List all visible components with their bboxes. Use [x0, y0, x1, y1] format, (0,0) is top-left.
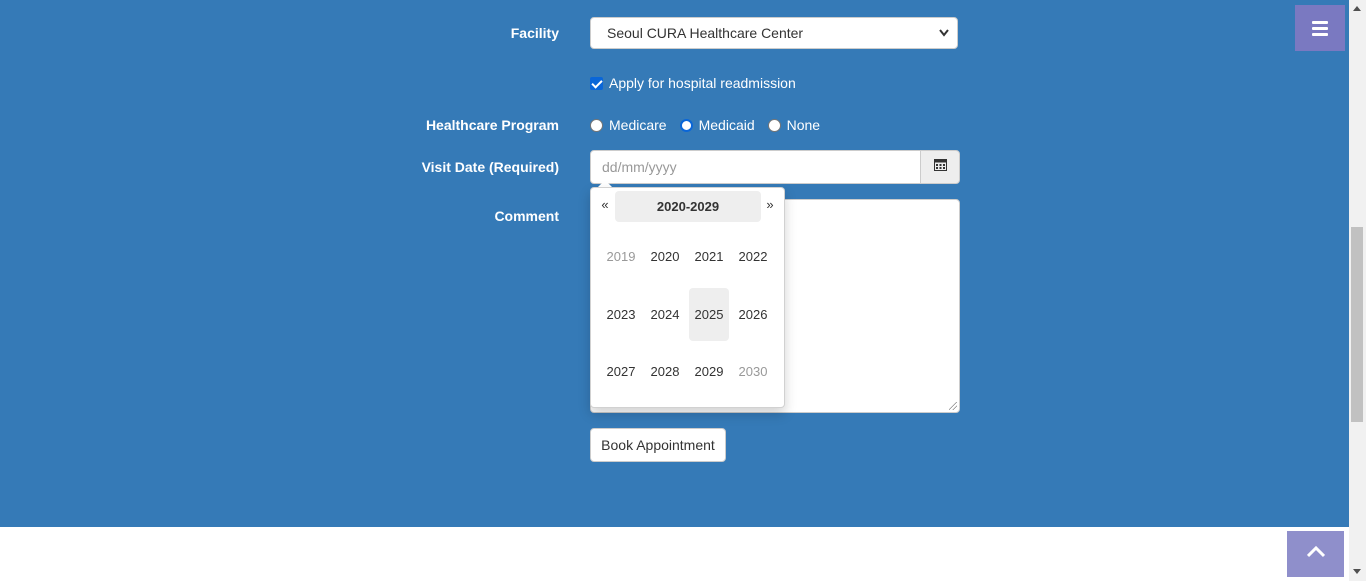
year-cell[interactable]: 2026 [733, 288, 773, 342]
program-radio-group: Medicare Medicaid None [590, 116, 833, 134]
resize-grip-icon[interactable] [949, 402, 957, 410]
comment-label: Comment [494, 208, 559, 224]
readmission-row: Apply for hospital readmission [590, 74, 796, 92]
radio-medicare-label: Medicare [609, 117, 667, 133]
page-scrollbar[interactable] [1349, 0, 1366, 581]
year-cell[interactable]: 2022 [733, 230, 773, 284]
radio-medicare[interactable] [590, 118, 603, 132]
radio-medicaid-label: Medicaid [698, 117, 755, 133]
chevron-up-icon [1306, 545, 1325, 563]
scroll-down-arrow-icon[interactable] [1353, 569, 1361, 574]
scroll-to-top-button[interactable] [1287, 531, 1344, 577]
menu-toggle-button[interactable] [1295, 5, 1345, 51]
datepicker-popup: « 2020-2029 » 2019 2020 2021 2022 2023 2… [590, 187, 785, 408]
year-cell[interactable]: 2021 [689, 230, 729, 284]
year-cell[interactable]: 2023 [601, 288, 641, 342]
calendar-button[interactable] [920, 150, 960, 184]
hamburger-menu-icon [1312, 32, 1328, 36]
year-cell[interactable]: 2028 [645, 345, 685, 399]
radio-medicaid[interactable] [679, 118, 693, 132]
chevron-down-icon [939, 18, 949, 60]
year-cell[interactable]: 2019 [601, 230, 641, 284]
datepicker-prev-button[interactable]: « [595, 197, 615, 212]
facility-select-value: Seoul CURA Healthcare Center [607, 25, 804, 41]
visit-date-label: Visit Date (Required) [421, 159, 559, 175]
scrollbar-thumb[interactable] [1351, 227, 1363, 422]
visit-date-input[interactable]: dd/mm/yyyy [590, 150, 921, 184]
readmission-label: Apply for hospital readmission [609, 75, 796, 91]
datepicker-next-button[interactable]: » [760, 197, 780, 212]
year-cell-highlighted[interactable]: 2025 [689, 287, 729, 341]
scroll-up-arrow-icon[interactable] [1353, 6, 1361, 11]
facility-label: Facility [510, 25, 559, 41]
program-label: Healthcare Program [425, 117, 559, 133]
year-cell[interactable]: 2020 [645, 230, 685, 284]
readmission-checkbox[interactable] [590, 76, 603, 90]
page: Facility Seoul CURA Healthcare Center Ap… [0, 0, 1366, 581]
appointment-section: Facility Seoul CURA Healthcare Center Ap… [0, 0, 1349, 527]
datepicker-range-switch[interactable]: 2020-2029 [615, 191, 761, 222]
datepicker-years-grid: 2019 2020 2021 2022 2023 2024 2025 2026 … [599, 228, 776, 401]
hamburger-menu-icon [1312, 20, 1328, 24]
year-cell[interactable]: 2030 [733, 345, 773, 399]
calendar-icon [933, 158, 947, 176]
radio-none-label: None [786, 117, 821, 133]
year-cell[interactable]: 2024 [645, 288, 685, 342]
year-cell[interactable]: 2029 [689, 345, 729, 399]
facility-select[interactable]: Seoul CURA Healthcare Center [590, 17, 958, 49]
book-appointment-button[interactable]: Book Appointment [590, 428, 726, 462]
hamburger-menu-icon [1312, 26, 1328, 30]
radio-none[interactable] [767, 118, 781, 132]
year-cell[interactable]: 2027 [601, 345, 641, 399]
datepicker-arrow [598, 180, 612, 187]
